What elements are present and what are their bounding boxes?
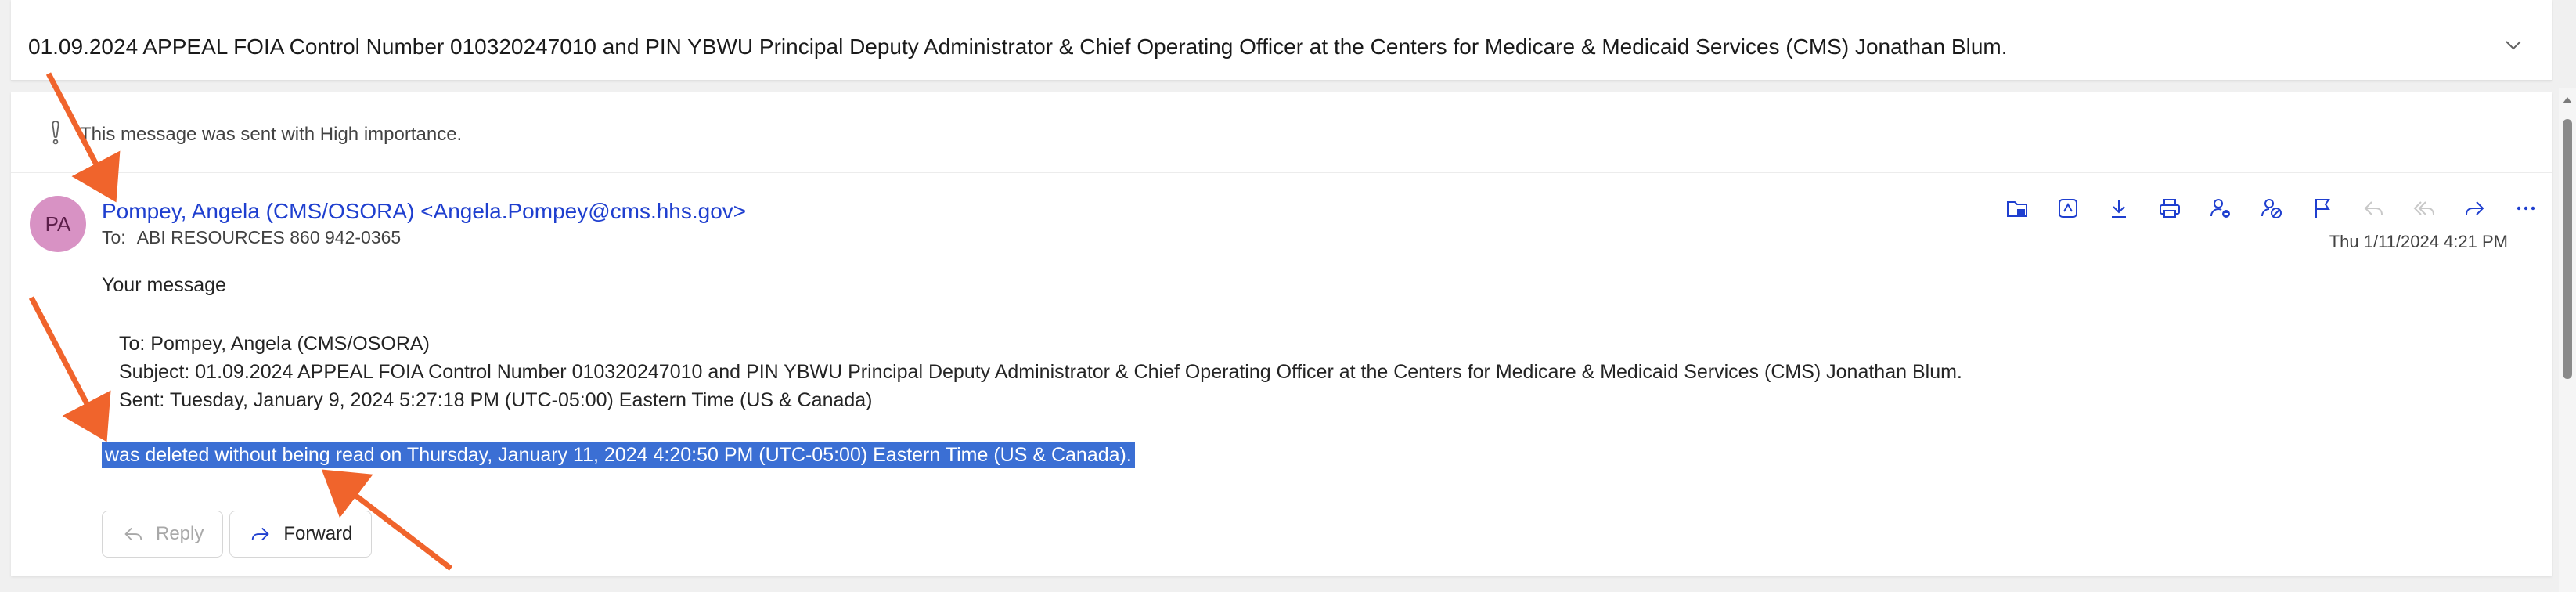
forward-button[interactable]: Forward (229, 511, 373, 558)
chevron-down-icon[interactable] (2502, 33, 2525, 56)
immersive-reader-icon[interactable] (2051, 191, 2085, 226)
download-icon[interactable] (2102, 191, 2136, 226)
more-icon[interactable] (2509, 191, 2543, 226)
avatar-initials: PA (45, 211, 71, 236)
recipient-name[interactable]: ABI RESOURCES 860 942-0365 (137, 227, 402, 247)
forward-icon[interactable] (2458, 191, 2492, 226)
scroll-up-arrow-icon[interactable] (2563, 97, 2572, 103)
quoted-details: To: Pompey, Angela (CMS/OSORA) Subject: … (102, 330, 1962, 414)
importance-text: This message was sent with High importan… (80, 124, 463, 145)
email-subject: 01.09.2024 APPEAL FOIA Control Number 01… (28, 34, 2008, 59)
quoted-sent: Sent: Tuesday, January 9, 2024 5:27:18 P… (119, 389, 873, 411)
message-body: Your message To: Pompey, Angela (CMS/OSO… (102, 274, 1962, 468)
message-toolbar (1983, 191, 2543, 226)
received-date: Thu 1/11/2024 4:21 PM (2329, 232, 2508, 251)
message-card: This message was sent with High importan… (11, 92, 2552, 576)
to-label: To: (102, 227, 126, 247)
report-icon[interactable] (2254, 191, 2289, 226)
quoted-to: To: Pompey, Angela (CMS/OSORA) (119, 333, 430, 355)
recipient-line: To: ABI RESOURCES 860 942-0365 (102, 227, 401, 248)
sender-name[interactable]: Pompey, Angela (CMS/OSORA) <Angela.Pompe… (102, 199, 746, 224)
exclamation-icon (52, 121, 59, 145)
importance-banner: This message was sent with High importan… (11, 92, 2552, 173)
reply-icon (2356, 191, 2390, 226)
reply-icon (124, 527, 142, 541)
body-intro: Your message (102, 274, 226, 296)
block-sender-icon[interactable] (2203, 191, 2238, 226)
reply-label: Reply (156, 523, 204, 544)
move-to-folder-icon[interactable] (2000, 191, 2034, 226)
email-reading-pane: 01.09.2024 APPEAL FOIA Control Number 01… (0, 0, 2576, 592)
flag-icon[interactable] (2305, 191, 2340, 226)
subject-header[interactable]: 01.09.2024 APPEAL FOIA Control Number 01… (11, 0, 2552, 81)
forward-label: Forward (283, 523, 353, 544)
scrollbar-thumb[interactable] (2563, 119, 2572, 379)
deleted-notice: was deleted without being read on Thursd… (102, 442, 1135, 468)
reply-actions: Reply Forward (102, 511, 378, 558)
print-icon[interactable] (2153, 191, 2187, 226)
avatar[interactable]: PA (30, 196, 86, 252)
forward-icon (252, 527, 270, 541)
reply-all-icon (2407, 191, 2441, 226)
quoted-subject: Subject: 01.09.2024 APPEAL FOIA Control … (119, 361, 1962, 383)
reply-button[interactable]: Reply (102, 511, 224, 558)
scrollbar[interactable] (2559, 88, 2576, 592)
